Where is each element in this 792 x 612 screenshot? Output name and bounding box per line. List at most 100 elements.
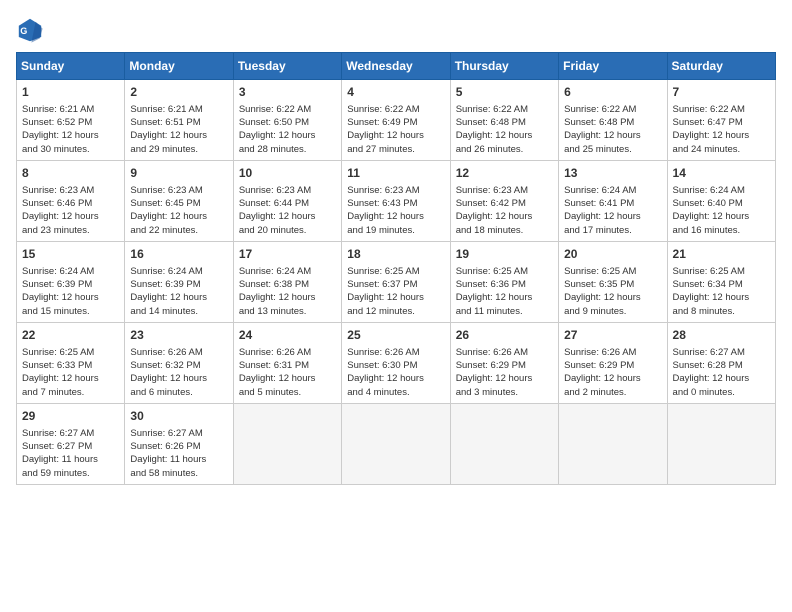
calendar-cell [342, 403, 450, 484]
day-number: 4 [347, 84, 444, 101]
page-header: G [16, 16, 776, 44]
logo-icon: G [16, 16, 44, 44]
day-info: Sunrise: 6:26 AM Sunset: 6:32 PM Dayligh… [130, 346, 227, 399]
day-info: Sunrise: 6:25 AM Sunset: 6:36 PM Dayligh… [456, 265, 553, 318]
header-monday: Monday [125, 53, 233, 80]
day-number: 11 [347, 165, 444, 182]
calendar-week-row: 22 Sunrise: 6:25 AM Sunset: 6:33 PM Dayli… [17, 322, 776, 403]
day-number: 24 [239, 327, 336, 344]
calendar-cell: 17 Sunrise: 6:24 AM Sunset: 6:38 PM Dayli… [233, 241, 341, 322]
svg-text:G: G [20, 26, 27, 36]
day-info: Sunrise: 6:24 AM Sunset: 6:41 PM Dayligh… [564, 184, 661, 237]
day-number: 19 [456, 246, 553, 263]
day-number: 28 [673, 327, 770, 344]
day-info: Sunrise: 6:24 AM Sunset: 6:39 PM Dayligh… [130, 265, 227, 318]
day-info: Sunrise: 6:22 AM Sunset: 6:50 PM Dayligh… [239, 103, 336, 156]
day-number: 25 [347, 327, 444, 344]
day-info: Sunrise: 6:22 AM Sunset: 6:47 PM Dayligh… [673, 103, 770, 156]
calendar-week-row: 15 Sunrise: 6:24 AM Sunset: 6:39 PM Dayli… [17, 241, 776, 322]
calendar-cell: 11 Sunrise: 6:23 AM Sunset: 6:43 PM Dayli… [342, 160, 450, 241]
day-number: 2 [130, 84, 227, 101]
calendar-cell [450, 403, 558, 484]
day-number: 22 [22, 327, 119, 344]
calendar-cell: 6 Sunrise: 6:22 AM Sunset: 6:48 PM Daylig… [559, 80, 667, 161]
calendar-cell: 15 Sunrise: 6:24 AM Sunset: 6:39 PM Dayli… [17, 241, 125, 322]
day-info: Sunrise: 6:24 AM Sunset: 6:39 PM Dayligh… [22, 265, 119, 318]
header-sunday: Sunday [17, 53, 125, 80]
day-info: Sunrise: 6:25 AM Sunset: 6:34 PM Dayligh… [673, 265, 770, 318]
day-number: 30 [130, 408, 227, 425]
day-number: 29 [22, 408, 119, 425]
calendar: SundayMondayTuesdayWednesdayThursdayFrid… [16, 52, 776, 485]
calendar-cell: 2 Sunrise: 6:21 AM Sunset: 6:51 PM Daylig… [125, 80, 233, 161]
calendar-cell: 3 Sunrise: 6:22 AM Sunset: 6:50 PM Daylig… [233, 80, 341, 161]
day-number: 26 [456, 327, 553, 344]
day-number: 7 [673, 84, 770, 101]
day-number: 1 [22, 84, 119, 101]
day-number: 27 [564, 327, 661, 344]
calendar-cell: 4 Sunrise: 6:22 AM Sunset: 6:49 PM Daylig… [342, 80, 450, 161]
day-number: 21 [673, 246, 770, 263]
calendar-cell: 9 Sunrise: 6:23 AM Sunset: 6:45 PM Daylig… [125, 160, 233, 241]
calendar-cell: 10 Sunrise: 6:23 AM Sunset: 6:44 PM Dayli… [233, 160, 341, 241]
day-info: Sunrise: 6:26 AM Sunset: 6:31 PM Dayligh… [239, 346, 336, 399]
calendar-cell: 22 Sunrise: 6:25 AM Sunset: 6:33 PM Dayli… [17, 322, 125, 403]
day-number: 13 [564, 165, 661, 182]
day-info: Sunrise: 6:21 AM Sunset: 6:52 PM Dayligh… [22, 103, 119, 156]
calendar-cell: 5Sunrise: 6:22 AM Sunset: 6:48 PM Daylig… [450, 80, 558, 161]
calendar-cell: 7 Sunrise: 6:22 AM Sunset: 6:47 PM Daylig… [667, 80, 775, 161]
day-info: Sunrise: 6:23 AM Sunset: 6:44 PM Dayligh… [239, 184, 336, 237]
header-tuesday: Tuesday [233, 53, 341, 80]
calendar-week-row: 8 Sunrise: 6:23 AM Sunset: 6:46 PM Daylig… [17, 160, 776, 241]
day-number: 15 [22, 246, 119, 263]
header-thursday: Thursday [450, 53, 558, 80]
day-info: Sunrise: 6:27 AM Sunset: 6:28 PM Dayligh… [673, 346, 770, 399]
day-number: 12 [456, 165, 553, 182]
day-info: Sunrise: 6:24 AM Sunset: 6:38 PM Dayligh… [239, 265, 336, 318]
day-number: 23 [130, 327, 227, 344]
day-number: 9 [130, 165, 227, 182]
calendar-cell: 21 Sunrise: 6:25 AM Sunset: 6:34 PM Dayli… [667, 241, 775, 322]
day-info: Sunrise: 6:22 AM Sunset: 6:49 PM Dayligh… [347, 103, 444, 156]
logo: G [16, 16, 48, 44]
day-info: Sunrise: 6:25 AM Sunset: 6:33 PM Dayligh… [22, 346, 119, 399]
day-number: 16 [130, 246, 227, 263]
calendar-cell: 29Sunrise: 6:27 AM Sunset: 6:27 PM Dayli… [17, 403, 125, 484]
calendar-cell: 8 Sunrise: 6:23 AM Sunset: 6:46 PM Daylig… [17, 160, 125, 241]
day-info: Sunrise: 6:25 AM Sunset: 6:37 PM Dayligh… [347, 265, 444, 318]
day-info: Sunrise: 6:23 AM Sunset: 6:43 PM Dayligh… [347, 184, 444, 237]
calendar-cell: 28 Sunrise: 6:27 AM Sunset: 6:28 PM Dayli… [667, 322, 775, 403]
calendar-cell: 25 Sunrise: 6:26 AM Sunset: 6:30 PM Dayli… [342, 322, 450, 403]
calendar-cell: 24 Sunrise: 6:26 AM Sunset: 6:31 PM Dayli… [233, 322, 341, 403]
calendar-cell: 14 Sunrise: 6:24 AM Sunset: 6:40 PM Dayli… [667, 160, 775, 241]
calendar-cell [559, 403, 667, 484]
day-info: Sunrise: 6:26 AM Sunset: 6:29 PM Dayligh… [456, 346, 553, 399]
day-number: 20 [564, 246, 661, 263]
day-info: Sunrise: 6:23 AM Sunset: 6:45 PM Dayligh… [130, 184, 227, 237]
calendar-header-row: SundayMondayTuesdayWednesdayThursdayFrid… [17, 53, 776, 80]
header-saturday: Saturday [667, 53, 775, 80]
day-number: 17 [239, 246, 336, 263]
day-info: Sunrise: 6:24 AM Sunset: 6:40 PM Dayligh… [673, 184, 770, 237]
header-wednesday: Wednesday [342, 53, 450, 80]
day-info: Sunrise: 6:21 AM Sunset: 6:51 PM Dayligh… [130, 103, 227, 156]
header-friday: Friday [559, 53, 667, 80]
calendar-week-row: 29Sunrise: 6:27 AM Sunset: 6:27 PM Dayli… [17, 403, 776, 484]
calendar-cell: 12Sunrise: 6:23 AM Sunset: 6:42 PM Dayli… [450, 160, 558, 241]
day-number: 10 [239, 165, 336, 182]
calendar-cell [233, 403, 341, 484]
calendar-cell: 27Sunrise: 6:26 AM Sunset: 6:29 PM Dayli… [559, 322, 667, 403]
day-info: Sunrise: 6:26 AM Sunset: 6:30 PM Dayligh… [347, 346, 444, 399]
day-info: Sunrise: 6:22 AM Sunset: 6:48 PM Dayligh… [456, 103, 553, 156]
day-number: 8 [22, 165, 119, 182]
day-info: Sunrise: 6:23 AM Sunset: 6:46 PM Dayligh… [22, 184, 119, 237]
day-number: 6 [564, 84, 661, 101]
day-info: Sunrise: 6:27 AM Sunset: 6:26 PM Dayligh… [130, 427, 227, 480]
calendar-cell [667, 403, 775, 484]
day-number: 18 [347, 246, 444, 263]
day-number: 14 [673, 165, 770, 182]
day-number: 3 [239, 84, 336, 101]
day-info: Sunrise: 6:22 AM Sunset: 6:48 PM Dayligh… [564, 103, 661, 156]
calendar-cell: 16 Sunrise: 6:24 AM Sunset: 6:39 PM Dayli… [125, 241, 233, 322]
calendar-cell: 26 Sunrise: 6:26 AM Sunset: 6:29 PM Dayli… [450, 322, 558, 403]
